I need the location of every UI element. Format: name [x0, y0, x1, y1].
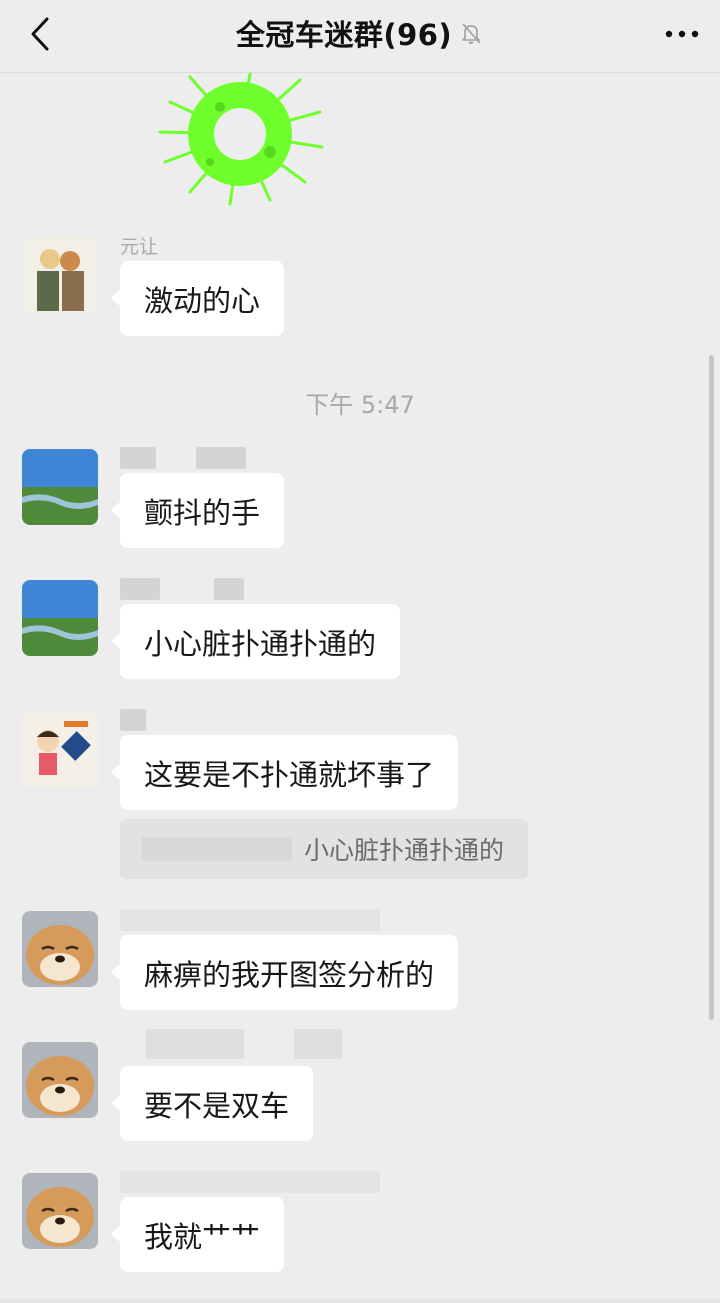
quoted-message[interactable]: 小心脏扑通扑通的 — [120, 819, 529, 879]
chat-title-area[interactable]: 全冠车迷群(96) — [0, 13, 720, 53]
message-bubble[interactable]: 颤抖的手 — [110, 473, 285, 548]
avatar[interactable] — [22, 580, 98, 656]
message-bubble[interactable]: 我就艹艹 — [110, 1197, 285, 1272]
more-dots-icon — [665, 30, 699, 38]
sender-name — [120, 1170, 384, 1193]
bottom-divider — [0, 1299, 720, 1303]
sender-name — [120, 577, 248, 600]
avatar[interactable] — [22, 449, 98, 525]
sender-name: 元让 — [120, 236, 159, 258]
message-bubble[interactable]: 这要是不扑通就坏事了 — [110, 735, 459, 810]
message-bubble[interactable]: 麻痹的我开图签分析的 — [110, 935, 459, 1010]
sender-name — [120, 708, 150, 731]
message-bubble[interactable]: 激动的心 — [110, 261, 285, 336]
quoted-sender — [142, 837, 292, 861]
quoted-text: 小心脏扑通扑通的 — [304, 836, 505, 865]
wreath-sticker[interactable] — [150, 72, 330, 207]
sender-name — [146, 1029, 346, 1059]
time-divider: 下午 5:47 — [305, 391, 415, 419]
chat-title: 全冠车迷群(96) — [235, 18, 453, 52]
more-button[interactable] — [660, 12, 704, 56]
avatar[interactable] — [22, 911, 98, 987]
avatar[interactable] — [22, 1042, 98, 1118]
sender-name — [120, 446, 250, 469]
avatar[interactable] — [22, 711, 98, 787]
chat-header: 全冠车迷群(96) — [0, 0, 720, 73]
message-bubble[interactable]: 要不是双车 — [110, 1066, 314, 1141]
chat-screen: 全冠车迷群(96) 元让 激动的心 下午 5:47 颤抖的手 小心脏扑通扑通的 … — [0, 0, 720, 1303]
avatar[interactable] — [22, 1173, 98, 1249]
scrollbar[interactable] — [709, 355, 714, 1020]
bell-off-icon — [458, 20, 484, 46]
sender-name — [120, 908, 384, 931]
message-bubble[interactable]: 小心脏扑通扑通的 — [110, 604, 401, 679]
avatar[interactable] — [22, 237, 98, 313]
